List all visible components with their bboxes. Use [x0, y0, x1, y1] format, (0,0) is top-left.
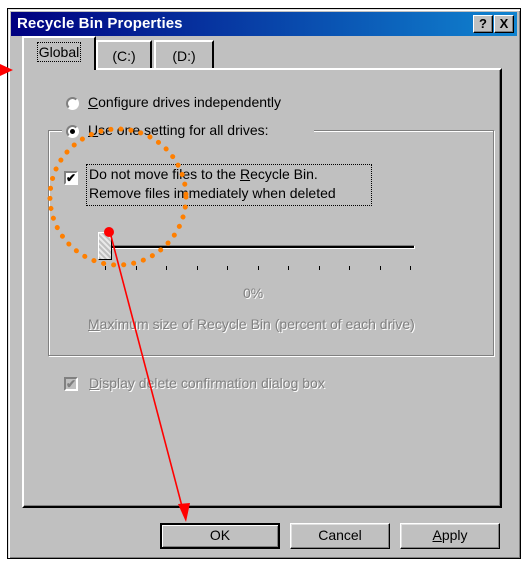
slider-tick: [288, 266, 289, 270]
accel-a: A: [432, 527, 442, 543]
screenshot-stage: Recycle Bin Properties ? X Global (C:) (…: [0, 0, 526, 561]
slider-caption: Maximum size of Recycle Bin (percent of …: [88, 316, 415, 332]
do-not-move-label-line2: Remove files immediately when deleted: [89, 185, 336, 201]
tab-d-drive-label: (D:): [172, 48, 196, 64]
accel-d: D: [89, 375, 100, 391]
slider-tick: [196, 266, 198, 270]
help-button[interactable]: ?: [473, 15, 493, 33]
window-title: Recycle Bin Properties: [17, 15, 183, 32]
tab-d-drive[interactable]: (D:): [154, 40, 214, 68]
display-confirmation-text: isplay delete confirmation dialog box: [99, 375, 325, 391]
slider-tick: [349, 266, 350, 270]
radio-configure-independently-text: onfigure drives independently: [98, 94, 282, 110]
ok-button[interactable]: OK: [160, 523, 280, 549]
do-not-move-text-a: Do not move files to the: [89, 166, 240, 182]
tab-c-drive-label: (C:): [112, 48, 136, 64]
radio-one-setting[interactable]: [66, 125, 79, 138]
slider-tick: [166, 266, 167, 270]
do-not-move-label-line1: Do not move files to the Recycle Bin.: [89, 166, 318, 182]
do-not-move-checkbox[interactable]: ✔: [64, 171, 78, 185]
radio-one-setting-label: Use one setting for all drives:: [88, 122, 269, 138]
slider-tick: [410, 266, 411, 270]
radio-configure-independently[interactable]: [66, 97, 79, 110]
display-confirmation-label: Display delete confirmation dialog box: [89, 375, 325, 391]
title-bar[interactable]: Recycle Bin Properties ? X: [11, 12, 517, 36]
display-confirmation-checkbox[interactable]: ✔: [64, 377, 78, 391]
apply-button[interactable]: Apply: [400, 523, 500, 549]
do-not-move-text-b: ecycle Bin.: [250, 166, 318, 182]
radio-one-setting-dot: [70, 129, 75, 134]
accel-m: M: [88, 316, 100, 332]
slider-tick: [318, 266, 320, 270]
accel-c: C: [88, 94, 99, 110]
slider-value-label: 0%: [243, 285, 264, 301]
slider-tick: [227, 266, 228, 270]
slider-tick: [105, 266, 106, 270]
close-button[interactable]: X: [494, 15, 514, 33]
slider-tick: [135, 266, 137, 270]
accel-u: U: [88, 122, 99, 138]
radio-configure-independently-label: Configure drives independently: [88, 94, 281, 110]
slider-thumb[interactable]: [98, 232, 112, 260]
accel-r: R: [239, 166, 251, 182]
slider-caption-text: aximum size of Recycle Bin (percent of e…: [99, 316, 415, 332]
tab-global[interactable]: Global: [22, 36, 96, 70]
radio-one-setting-text: se one setting for all drives:: [98, 122, 269, 138]
cancel-button[interactable]: Cancel: [290, 523, 390, 549]
slider-tick: [379, 266, 381, 270]
tab-global-label: Global: [36, 42, 82, 62]
slider-tick: [257, 266, 259, 270]
slider-track: [104, 245, 415, 249]
tab-c-drive[interactable]: (C:): [96, 40, 152, 68]
apply-button-text: pply: [441, 527, 468, 543]
